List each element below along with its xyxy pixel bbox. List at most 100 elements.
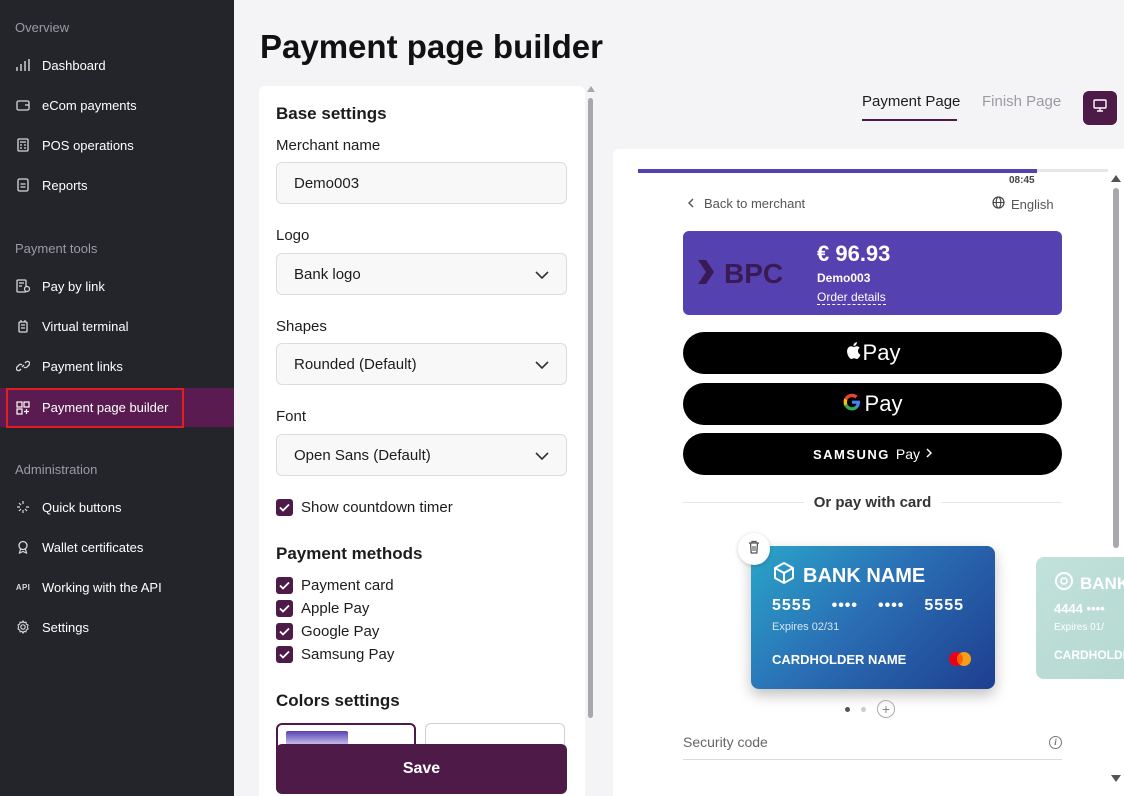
- carousel-dot-active[interactable]: [845, 706, 850, 712]
- security-code-label: Security code: [683, 734, 768, 750]
- scroll-up-arrow[interactable]: [587, 86, 595, 92]
- terminal-icon: [15, 318, 31, 334]
- amount: € 96.93: [817, 241, 891, 266]
- checkbox-checked[interactable]: [276, 646, 293, 663]
- save-button[interactable]: Save: [276, 744, 567, 794]
- tab-finish-page[interactable]: Finish Page: [982, 93, 1061, 110]
- sidebar-item-payment-page-builder[interactable]: Payment page builder: [0, 388, 234, 428]
- sidebar-item-pos-operations[interactable]: POS operations: [0, 126, 234, 164]
- card-holder: CARDHOLDER NAME: [772, 652, 907, 667]
- countdown-checkbox-row[interactable]: Show countdown timer: [276, 499, 453, 516]
- sidebar-item-payment-links[interactable]: Payment links: [0, 347, 234, 385]
- scroll-up-arrow[interactable]: [1111, 175, 1121, 182]
- security-code-field[interactable]: Security code i: [683, 734, 1062, 760]
- sidebar-item-label: Settings: [42, 619, 89, 635]
- logo-text: BPC: [724, 258, 783, 287]
- bank-name: BANK NAME: [773, 562, 925, 590]
- sidebar-item-label: POS operations: [42, 137, 134, 153]
- sidebar-item-label: Quick buttons: [42, 499, 122, 515]
- payment-page-preview: 08:45 Back to merchant English BPC € 96.…: [613, 149, 1124, 796]
- certificate-icon: [15, 539, 31, 555]
- logo-select[interactable]: Bank logo: [276, 253, 567, 295]
- gear-icon: [15, 619, 31, 635]
- sidebar-item-virtual-terminal[interactable]: Virtual terminal: [0, 307, 234, 345]
- checkbox-checked[interactable]: [276, 623, 293, 640]
- sidebar-item-working-with-api[interactable]: API Working with the API: [0, 568, 234, 606]
- section-administration: Administration: [15, 462, 98, 477]
- checkbox-checked[interactable]: [276, 577, 293, 594]
- globe-icon: [992, 196, 1005, 212]
- sidebar-item-label: Pay by link: [42, 278, 105, 294]
- sidebar-item-label: Working with the API: [42, 579, 162, 595]
- timer-text: 08:45: [1009, 175, 1035, 186]
- method-payment-card[interactable]: Payment card: [276, 577, 394, 594]
- samsung-pay-label: Pay: [895, 446, 921, 462]
- scroll-down-arrow[interactable]: [1111, 775, 1121, 782]
- colors-settings-heading: Colors settings: [276, 691, 400, 710]
- info-icon[interactable]: i: [1049, 735, 1062, 749]
- back-label: Back to merchant: [704, 196, 806, 211]
- scroll-thumb[interactable]: [588, 98, 593, 718]
- samsung-brand: SAMSUNG: [812, 446, 890, 462]
- add-card-button[interactable]: +: [877, 700, 895, 718]
- sidebar-item-dashboard[interactable]: Dashboard: [0, 46, 234, 84]
- shapes-value: Rounded (Default): [294, 355, 417, 373]
- method-apple-pay[interactable]: Apple Pay: [276, 600, 369, 617]
- chevron-left-icon: [688, 196, 694, 211]
- bank-cube-icon: [773, 562, 795, 590]
- language-selector[interactable]: English: [992, 196, 1054, 212]
- sidebar-item-settings[interactable]: Settings: [0, 608, 234, 646]
- sidebar-item-ecom-payments[interactable]: eCom payments: [0, 86, 234, 124]
- merchant-name: Demo003: [817, 271, 871, 285]
- apple-pay-label: Pay: [862, 340, 901, 365]
- method-google-pay[interactable]: Google Pay: [276, 623, 379, 640]
- sidebar-item-label: Wallet certificates: [42, 539, 144, 555]
- font-value: Open Sans (Default): [294, 446, 431, 464]
- card-number-group: 5555: [924, 597, 964, 614]
- carousel-dot[interactable]: [861, 706, 866, 712]
- sidebar-item-wallet-certificates[interactable]: Wallet certificates: [0, 528, 234, 566]
- wallet-icon: [15, 97, 31, 113]
- checkbox-checked[interactable]: [276, 499, 293, 516]
- sidebar-item-label: eCom payments: [42, 97, 137, 113]
- method-samsung-pay[interactable]: Samsung Pay: [276, 646, 394, 663]
- card-number-2: 4444 ••••: [1054, 601, 1105, 616]
- apple-pay-button[interactable]: Pay: [683, 332, 1062, 374]
- order-details-link[interactable]: Order details: [817, 290, 886, 305]
- merchant-name-label: Merchant name: [276, 137, 381, 154]
- bar-chart-icon: [15, 57, 31, 73]
- tab-payment-page[interactable]: Payment Page: [862, 93, 960, 110]
- checkbox-checked[interactable]: [276, 600, 293, 617]
- shapes-label: Shapes: [276, 318, 327, 335]
- back-to-merchant-link[interactable]: Back to merchant: [688, 196, 805, 211]
- active-tab-indicator: [862, 119, 957, 121]
- pay-link-icon: [15, 278, 31, 294]
- saved-card-primary[interactable]: BANK NAME 5555 •••• •••• 5555 Expires 02…: [751, 546, 995, 689]
- chevron-down-icon: [535, 356, 549, 373]
- delete-card-button[interactable]: [738, 533, 770, 565]
- section-overview: Overview: [15, 20, 70, 35]
- api-icon: API: [15, 582, 31, 592]
- desktop-view-button[interactable]: [1083, 91, 1117, 125]
- preview-scrollbar[interactable]: [1108, 172, 1124, 796]
- or-pay-label: Or pay with card: [803, 494, 942, 511]
- merchant-name-input[interactable]: Demo003: [276, 162, 567, 204]
- google-g-icon: [843, 393, 861, 416]
- timer-progress: [638, 169, 1037, 173]
- sparkle-icon: [15, 499, 31, 515]
- sidebar-item-pay-by-link[interactable]: Pay by link: [0, 267, 234, 305]
- sidebar-item-quick-buttons[interactable]: Quick buttons: [0, 488, 234, 526]
- samsung-pay-button[interactable]: SAMSUNG Pay: [683, 433, 1062, 475]
- google-pay-button[interactable]: Pay: [683, 383, 1062, 425]
- settings-panel: Base settings Merchant name Demo003 Logo…: [259, 86, 585, 796]
- scroll-thumb[interactable]: [1113, 188, 1119, 548]
- settings-scrollbar[interactable]: [586, 86, 596, 796]
- shapes-select[interactable]: Rounded (Default): [276, 343, 567, 385]
- chevron-right-icon: [926, 445, 933, 463]
- font-select[interactable]: Open Sans (Default): [276, 434, 567, 476]
- pos-terminal-icon: [15, 137, 31, 153]
- page-title: Payment page builder: [260, 28, 603, 65]
- merchant-name-value: Demo003: [294, 174, 360, 192]
- card-expiry: Expires 02/31: [772, 621, 840, 633]
- sidebar-item-reports[interactable]: Reports: [0, 166, 234, 204]
